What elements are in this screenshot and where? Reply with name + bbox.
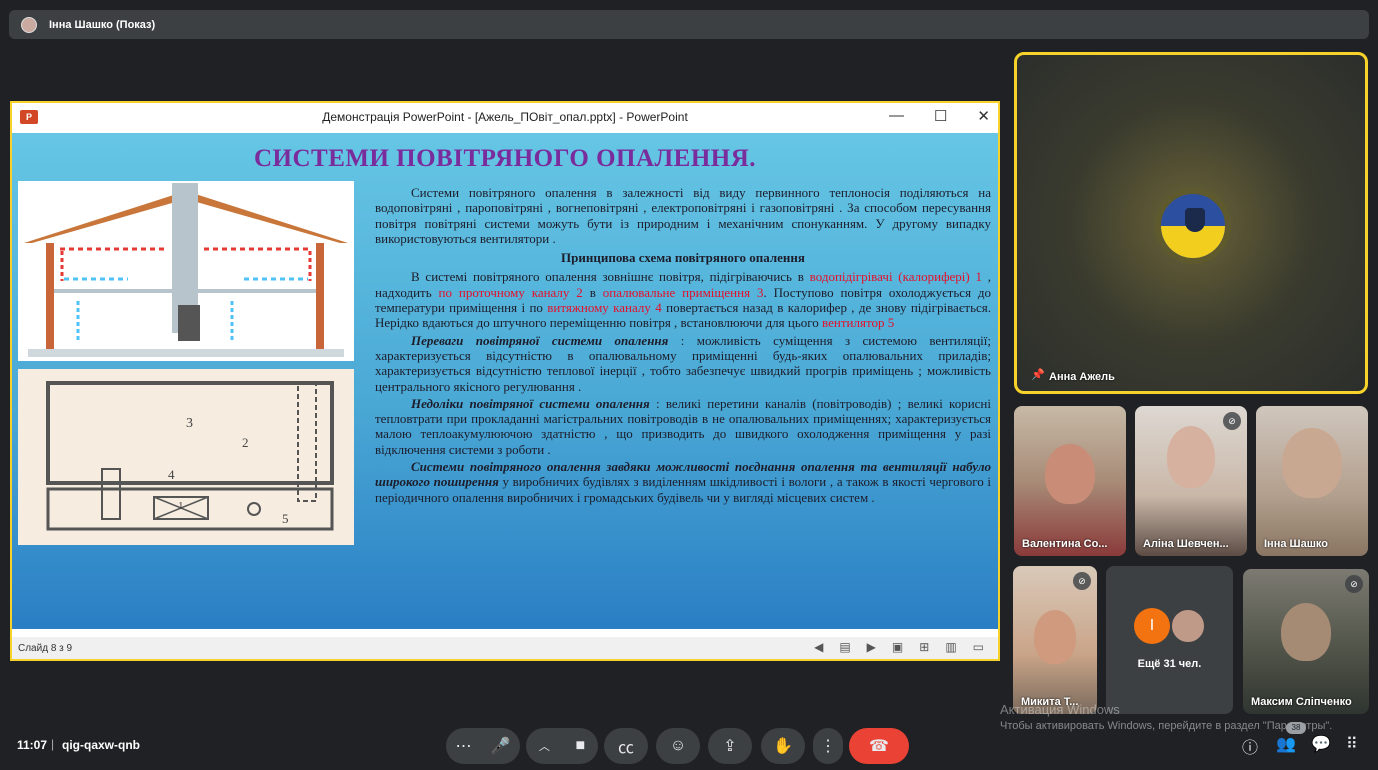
powerpoint-icon: P xyxy=(20,110,38,124)
windows-activation-watermark: Активация Windows xyxy=(1000,702,1120,717)
mic-off-icon: ⊘ xyxy=(1223,412,1241,430)
participant-initial: І xyxy=(1134,608,1170,644)
slideshow-icon[interactable]: ▭ xyxy=(973,640,984,654)
house-heating-diagram xyxy=(18,181,354,361)
slide-paragraph-4: Недоліки повітряної системи опалення : в… xyxy=(375,395,991,457)
diagram-label-2: 2 xyxy=(242,435,249,450)
more-options-button[interactable]: ⋮ xyxy=(813,728,843,764)
captions-button[interactable]: ㏄ xyxy=(604,728,648,764)
normal-view-icon[interactable]: ▣ xyxy=(892,640,903,654)
slide-body: Системи повітряного опалення в залежност… xyxy=(375,185,991,507)
minimize-icon[interactable]: — xyxy=(889,107,904,125)
hand-icon: ✋ xyxy=(773,738,793,755)
slide-paragraph-3: Переваги повітряної системи опалення : м… xyxy=(375,332,991,394)
participant-tile[interactable]: ⊘ Максим Сліпченко xyxy=(1243,569,1369,714)
participant-name: Інна Шашко xyxy=(1264,538,1328,550)
pin-icon[interactable]: 📌 xyxy=(1031,368,1045,381)
main-participant-tile[interactable]: 📌 Анна Ажель xyxy=(1014,52,1368,394)
people-icon[interactable]: 👥 xyxy=(1276,734,1296,754)
slide-counter: Слайд 8 з 9 xyxy=(18,642,73,654)
participant-tile[interactable]: Інна Шашко xyxy=(1256,406,1368,556)
previous-slide-icon[interactable]: ◀ xyxy=(814,640,823,654)
participant-name: Валентина Со... xyxy=(1022,538,1108,550)
participant-name: Максим Сліпченко xyxy=(1251,696,1352,708)
mic-off-icon: ⊘ xyxy=(1073,572,1091,590)
notes-icon[interactable]: ▤ xyxy=(839,640,850,654)
hang-up-icon: ☎ xyxy=(869,738,889,755)
leave-call-button[interactable]: ☎ xyxy=(849,728,909,764)
main-participant-name: Анна Ажель xyxy=(1049,371,1115,383)
slide-paragraph-1: Системи повітряного опалення в залежност… xyxy=(375,185,991,246)
ppt-titlebar: P Демонстрація PowerPoint - [Ажель_ПОвіт… xyxy=(12,103,998,131)
diagram-label-3: 3 xyxy=(186,416,193,431)
diagram-label-5: 5 xyxy=(282,511,289,526)
more-participants-label: Ещё 31 чел. xyxy=(1137,658,1202,670)
next-slide-icon[interactable]: ▶ xyxy=(867,640,876,654)
slide-title: СИСТЕМИ ПОВІТРЯНОГО ОПАЛЕННЯ. xyxy=(253,145,757,172)
more-vert-icon: ⋮ xyxy=(820,738,836,755)
reactions-button[interactable]: ☺ xyxy=(656,728,700,764)
presenter-avatar xyxy=(21,16,37,33)
present-button[interactable]: ⇪ xyxy=(708,728,752,764)
reading-view-icon[interactable]: ▥ xyxy=(945,640,956,654)
diagram-label-4: 4 xyxy=(168,467,175,482)
emoji-icon: ☺ xyxy=(669,737,687,754)
audio-options-icon[interactable]: ⋯ xyxy=(456,736,472,756)
captions-icon: ㏄ xyxy=(617,740,634,757)
windows-activation-hint: Чтобы активировать Windows, перейдите в … xyxy=(1000,720,1333,732)
chevron-up-icon[interactable]: ︿ xyxy=(539,738,550,754)
participant-tile[interactable]: Валентина Со... xyxy=(1014,406,1126,556)
people-count-badge: 38 xyxy=(1286,722,1306,734)
slide-paragraph-2: В системі повітряного опалення зовнішнє … xyxy=(375,269,992,331)
present-screen-icon: ⇪ xyxy=(723,738,737,755)
presentation-window: P Демонстрація PowerPoint - [Ажель_ПОвіт… xyxy=(10,101,1000,661)
video-group: ︿ ■ xyxy=(526,728,598,764)
maximize-icon[interactable]: ☐ xyxy=(934,107,947,125)
slide: СИСТЕМИ ПОВІТРЯНОГО ОПАЛЕННЯ. 3 2 4 1 5 … xyxy=(12,133,998,629)
participant-tile[interactable]: ⊘ Аліна Шевчен... xyxy=(1135,406,1247,556)
audio-group: ⋯ 🎤 xyxy=(446,728,520,764)
participant-tile[interactable]: ⊘ Микита Т... xyxy=(1013,566,1097,714)
presenter-bar: Інна Шашко (Показ) xyxy=(9,10,1369,39)
close-icon[interactable]: ✕ xyxy=(977,107,990,125)
info-icon[interactable]: ⓘ xyxy=(1242,734,1258,758)
activities-icon[interactable]: ⠿ xyxy=(1346,734,1358,754)
ppt-window-title: Демонстрація PowerPoint - [Ажель_ПОвіт_о… xyxy=(322,110,688,124)
mic-off-icon: ⊘ xyxy=(1345,575,1363,593)
participant-avatar xyxy=(1155,188,1231,264)
raise-hand-button[interactable]: ✋ xyxy=(761,728,805,764)
separator: | xyxy=(51,737,55,751)
clock: 11:07 xyxy=(17,738,48,752)
more-participants-tile[interactable]: І Ещё 31 чел. xyxy=(1106,566,1233,714)
participant-name: Аліна Шевчен... xyxy=(1143,538,1229,550)
meeting-code: qig-qaxw-qnb xyxy=(62,738,140,752)
slide-paragraph-5: Системи повітряного опалення завдяки мож… xyxy=(375,459,991,505)
chat-icon[interactable]: 💬 xyxy=(1311,734,1331,754)
camera-icon[interactable]: ■ xyxy=(575,737,585,755)
microphone-icon[interactable]: 🎤 xyxy=(491,736,511,756)
ppt-statusbar: Слайд 8 з 9 ◀ ▤ ▶ ▣ ⊞ ▥ ▭ xyxy=(12,637,998,659)
participant-avatar xyxy=(1170,608,1206,644)
presenter-label: Інна Шашко (Показ) xyxy=(49,18,156,31)
slide-heading: Принципова схема повітряного опалення xyxy=(561,250,805,266)
diagram-label-1: 1 xyxy=(178,500,184,512)
heating-scheme-diagram: 3 2 4 1 5 xyxy=(18,369,354,545)
shield-emblem-icon xyxy=(1185,208,1205,232)
grid-view-icon[interactable]: ⊞ xyxy=(919,640,929,654)
